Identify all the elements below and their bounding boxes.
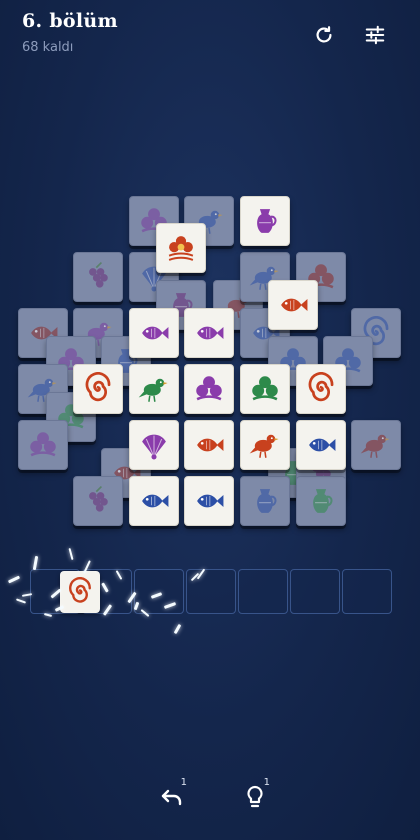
board-tile[interactable] <box>268 280 318 330</box>
fish-icon <box>197 494 224 508</box>
hint-count: 1 <box>263 777 270 788</box>
clover-icon <box>30 432 56 457</box>
fish-icon <box>142 326 169 340</box>
board-tile[interactable] <box>129 420 179 470</box>
board-tile[interactable] <box>129 364 179 414</box>
board-tile[interactable] <box>129 476 179 526</box>
tray-tile[interactable] <box>60 571 100 613</box>
board-tile[interactable] <box>240 364 290 414</box>
bird-icon <box>249 434 279 458</box>
spiral-icon <box>69 577 91 603</box>
sparkle <box>173 623 182 635</box>
board-tile[interactable] <box>240 420 290 470</box>
bird-icon <box>360 434 390 458</box>
hint-button[interactable]: 1 <box>238 777 272 812</box>
board-tile[interactable] <box>240 196 290 246</box>
board-tile <box>351 420 401 470</box>
board-tile[interactable] <box>73 364 123 414</box>
jug-icon <box>257 489 277 513</box>
fan-icon <box>142 434 166 460</box>
board-tile <box>73 476 123 526</box>
grapes-icon <box>89 485 108 512</box>
board-tile[interactable] <box>184 420 234 470</box>
jug-icon <box>313 489 333 513</box>
board-tile <box>18 420 68 470</box>
fish-icon <box>281 298 308 312</box>
undo-button[interactable]: 1 <box>155 777 189 812</box>
tray-slot <box>134 569 184 614</box>
clover-icon <box>196 376 222 401</box>
clover-icon <box>252 376 278 401</box>
tile-board <box>0 0 420 560</box>
grapes-icon <box>89 261 108 288</box>
board-tile <box>296 476 346 526</box>
board-tile[interactable] <box>184 364 234 414</box>
board-tile[interactable] <box>184 308 234 358</box>
fish-icon <box>197 326 224 340</box>
board-tile <box>73 252 123 302</box>
undo-count: 1 <box>180 777 187 788</box>
bird-icon <box>138 378 168 402</box>
board-tile[interactable] <box>129 308 179 358</box>
fish-icon <box>197 438 224 452</box>
board-tile[interactable] <box>296 420 346 470</box>
spiral-icon <box>85 372 111 402</box>
fish-icon <box>142 494 169 508</box>
spiral-icon <box>308 372 334 402</box>
board-tile[interactable] <box>296 364 346 414</box>
board-tile[interactable] <box>184 476 234 526</box>
fish-icon <box>309 438 336 452</box>
undo-icon <box>161 789 182 806</box>
tray-slot <box>290 569 340 614</box>
tray-slot <box>238 569 288 614</box>
sparkle <box>7 575 21 584</box>
sparkle <box>15 598 27 604</box>
tray-slot <box>342 569 392 614</box>
board-tile <box>240 476 290 526</box>
jug-icon <box>257 209 277 233</box>
board-tile[interactable] <box>156 223 206 273</box>
flower-icon <box>168 236 194 261</box>
